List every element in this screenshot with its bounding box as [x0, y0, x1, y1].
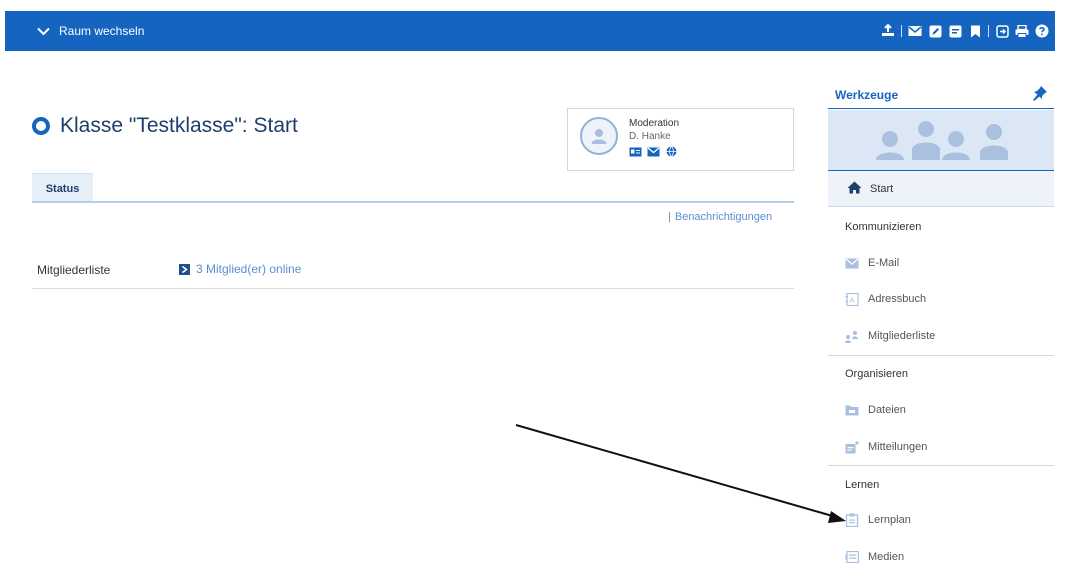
learning-plan-icon — [845, 513, 859, 527]
notifications-link[interactable]: | Benachrichtigungen — [668, 211, 772, 223]
moderation-box: Moderation D. Hanke — [567, 108, 794, 171]
arrow-right-icon — [179, 263, 190, 275]
members-online-link[interactable]: 3 Mitglied(er) online — [179, 262, 301, 276]
contact-card-icon[interactable] — [629, 146, 642, 157]
mail-icon[interactable] — [647, 146, 660, 157]
section-divider — [828, 355, 1054, 356]
bookmark-icon[interactable] — [968, 24, 982, 38]
edit-icon[interactable] — [928, 24, 942, 38]
sidebar-item-label: Start — [870, 182, 894, 195]
sidebar-item-files[interactable]: Dateien — [845, 404, 906, 416]
sitemap-icon[interactable] — [881, 24, 895, 38]
sidebar-item-start[interactable]: Start — [828, 170, 1054, 207]
moderator-name: D. Hanke — [629, 131, 671, 142]
section-divider — [828, 465, 1054, 466]
page-title: Klasse "Testklasse": Start — [32, 114, 298, 138]
link-separator: | — [668, 211, 671, 223]
mail-icon — [845, 257, 859, 269]
sidebar-item-label: Mitteilungen — [868, 441, 928, 453]
toolbar-separator — [901, 25, 902, 37]
sidebar-item-address-book[interactable]: A Adressbuch — [845, 292, 927, 306]
room-switch-button[interactable]: Raum wechseln — [37, 11, 144, 51]
chevron-down-icon — [37, 27, 50, 36]
tab-status[interactable]: Status — [32, 173, 93, 203]
svg-text:A: A — [850, 297, 855, 304]
announcements-icon — [845, 440, 859, 453]
sidebar-item-learning-plan[interactable]: Lernplan — [845, 513, 911, 527]
globe-icon[interactable] — [665, 146, 678, 157]
sidebar-item-announcements[interactable]: Mitteilungen — [845, 440, 928, 453]
address-book-icon: A — [845, 292, 859, 306]
home-icon — [847, 181, 862, 197]
media-icon — [845, 551, 859, 563]
sidebar-item-label: Medien — [868, 551, 905, 563]
notifications-label: Benachrichtigungen — [674, 211, 773, 223]
title-bullet-icon — [32, 117, 50, 135]
sidebar-header: Werkzeuge — [828, 83, 1054, 109]
section-title: Lernen — [845, 479, 880, 491]
sidebar-item-label: E-Mail — [868, 257, 900, 269]
toolbar-separator — [988, 25, 989, 37]
sidebar-item-label: Mitgliederliste — [868, 330, 936, 342]
sidebar-item-members[interactable]: Mitgliederliste — [845, 330, 936, 343]
page-title-text: Klasse "Testklasse": Start — [60, 114, 298, 137]
members-icon — [845, 330, 859, 343]
sidebar-banner — [828, 110, 1054, 170]
logout-icon[interactable] — [995, 24, 1009, 38]
members-online-text: 3 Mitglied(er) online — [196, 262, 302, 276]
moderation-label: Moderation — [629, 118, 680, 129]
help-icon[interactable] — [1035, 24, 1049, 38]
sidebar-title: Werkzeuge — [835, 88, 899, 102]
sidebar-item-email[interactable]: E-Mail — [845, 257, 899, 269]
section-title: Kommunizieren — [845, 221, 922, 233]
top-toolbar — [881, 11, 1049, 51]
sidebar-item-label: Adressbuch — [868, 293, 927, 305]
moderator-actions — [629, 146, 678, 157]
sidebar-item-media[interactable]: Medien — [845, 551, 904, 563]
members-group-icon — [876, 121, 1008, 160]
sidebar-item-label: Dateien — [868, 404, 906, 416]
notes-icon[interactable] — [948, 24, 962, 38]
files-icon — [845, 404, 859, 416]
tab-divider — [32, 201, 794, 203]
divider — [32, 288, 794, 289]
top-bar: Raum wechseln — [5, 11, 1055, 51]
members-label: Mitgliederliste — [37, 263, 111, 277]
pin-icon[interactable] — [1032, 85, 1048, 106]
print-icon[interactable] — [1015, 24, 1029, 38]
avatar — [580, 117, 618, 155]
section-title: Organisieren — [845, 368, 908, 380]
room-switch-label: Raum wechseln — [59, 24, 145, 38]
sidebar-item-label: Lernplan — [868, 514, 911, 526]
mail-icon[interactable] — [908, 24, 922, 38]
